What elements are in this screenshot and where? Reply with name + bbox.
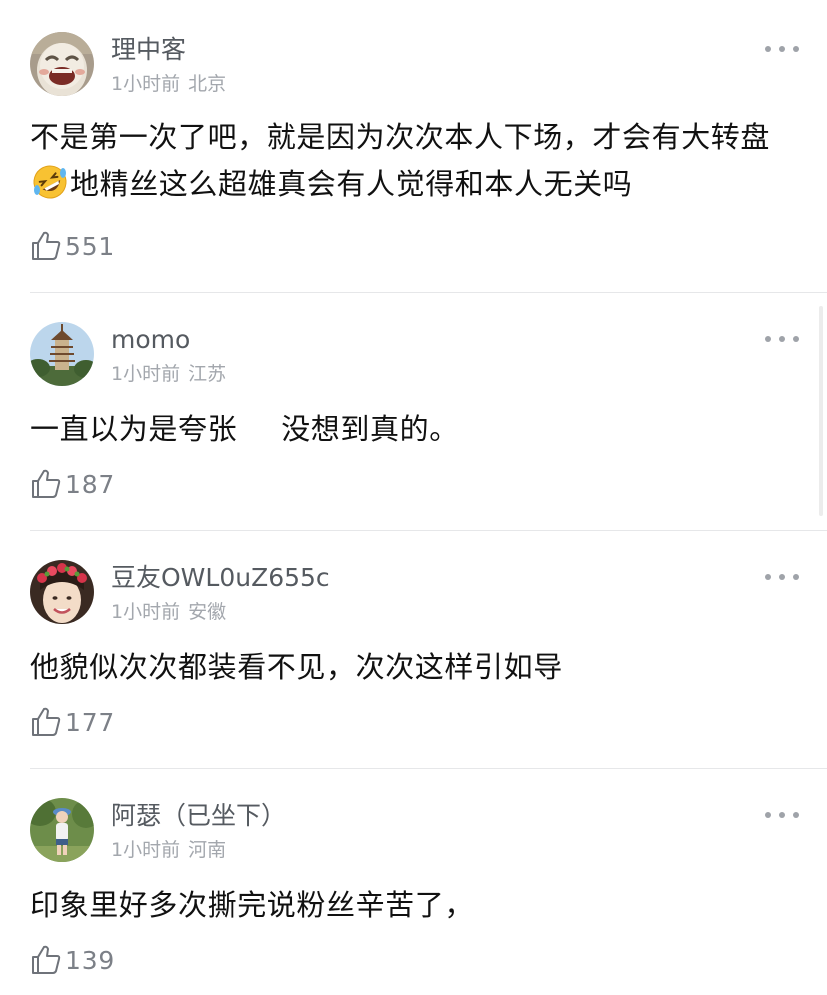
- more-dots-icon[interactable]: [765, 810, 799, 820]
- comment-meta: 1小时前 河南: [111, 841, 226, 860]
- comment-text: 印象里好多次撕完说粉丝辛苦了，: [30, 882, 800, 929]
- comment-location: 河南: [188, 839, 227, 861]
- comment-text-part: 印象里好多次撕完说粉丝辛苦了，: [30, 888, 475, 922]
- like-button[interactable]: 139: [30, 943, 115, 977]
- comment-item: 阿瑟（已坐下） 1小时前 河南 印象里好多次撕完说粉丝辛苦了， 139: [0, 0, 827, 995]
- user-avatar[interactable]: [30, 798, 94, 862]
- thumbs-up-icon: [32, 945, 61, 974]
- comment-time: 1小时前: [111, 839, 181, 861]
- like-count: 139: [65, 945, 116, 975]
- person-outdoor-photo-avatar-image: [30, 798, 94, 862]
- username[interactable]: 阿瑟（已坐下）: [111, 803, 286, 828]
